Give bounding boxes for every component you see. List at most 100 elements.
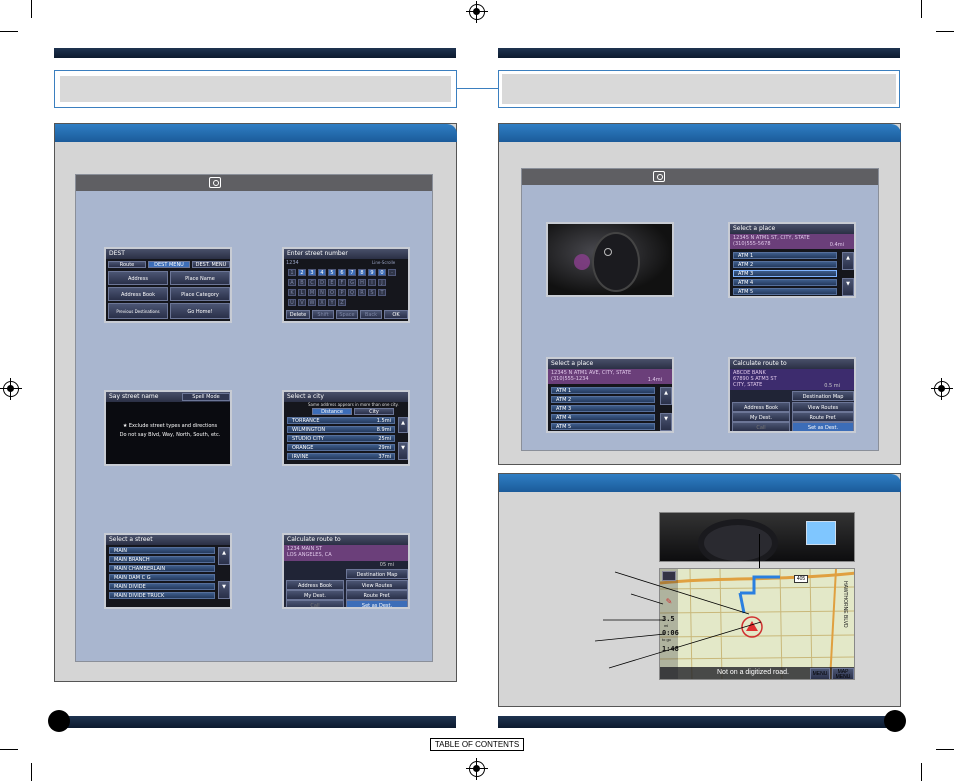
- view-routes-button[interactable]: View Routes: [346, 580, 408, 590]
- address-book-button[interactable]: Address Book: [286, 580, 344, 590]
- map-menu-button[interactable]: MAP MENU: [832, 668, 854, 679]
- list-item[interactable]: MAIN DIVIDE: [109, 583, 215, 590]
- view-routes-button[interactable]: View Routes: [792, 402, 854, 412]
- go-home-button[interactable]: Go Home!: [170, 303, 230, 319]
- key[interactable]: S: [368, 289, 376, 296]
- key[interactable]: O: [328, 289, 336, 296]
- address-book-button[interactable]: Address Book: [108, 287, 168, 301]
- key[interactable]: 6: [338, 269, 346, 276]
- scroll-up-icon[interactable]: ▲: [398, 417, 408, 433]
- set-as-dest-button[interactable]: Set as Dest.: [792, 422, 854, 431]
- list-item[interactable]: ATM 1: [733, 252, 837, 259]
- key[interactable]: A: [288, 279, 296, 286]
- ok-key[interactable]: OK: [384, 310, 408, 319]
- destination-map-button[interactable]: Destination Map: [792, 391, 854, 401]
- scroll-down-icon[interactable]: ▼: [398, 442, 408, 460]
- key[interactable]: M: [308, 289, 316, 296]
- tab-dest-menu-2[interactable]: DEST. MENU: [192, 261, 230, 268]
- previous-destinations-button[interactable]: Previous Destinations: [108, 303, 168, 319]
- list-item[interactable]: ATM 3: [733, 270, 837, 277]
- list-item[interactable]: MAIN: [109, 547, 215, 554]
- scroll-down-icon[interactable]: ▼: [218, 581, 230, 599]
- set-as-dest-button[interactable]: Set as Dest.: [346, 600, 408, 607]
- my-dest-button[interactable]: My Dest.: [286, 590, 344, 600]
- destination-map-button[interactable]: Destination Map: [346, 569, 408, 579]
- list-item[interactable]: ATM 1: [551, 387, 655, 394]
- key[interactable]: X: [318, 299, 326, 306]
- key[interactable]: U: [288, 299, 296, 306]
- key[interactable]: Z: [338, 299, 346, 306]
- key[interactable]: 8: [358, 269, 366, 276]
- key[interactable]: J: [378, 279, 386, 286]
- key[interactable]: C: [308, 279, 316, 286]
- key[interactable]: T: [378, 289, 386, 296]
- key[interactable]: K: [288, 289, 296, 296]
- key[interactable]: L: [298, 289, 306, 296]
- address-button[interactable]: Address: [108, 271, 168, 285]
- shift-key[interactable]: Shift: [312, 310, 334, 319]
- scroll-up-icon[interactable]: ▲: [842, 252, 854, 270]
- list-item[interactable]: IRVINE 37mi: [287, 453, 395, 460]
- route-pref-button[interactable]: Route Pref.: [792, 412, 854, 422]
- sort-distance-tab[interactable]: Distance: [312, 408, 352, 415]
- list-item[interactable]: ATM 3: [551, 405, 655, 412]
- list-item[interactable]: MAIN BRANCH: [109, 556, 215, 563]
- key[interactable]: 9: [368, 269, 376, 276]
- list-item[interactable]: ORANGE 29mi: [287, 444, 395, 451]
- key[interactable]: Q: [348, 289, 356, 296]
- place-category-button[interactable]: Place Category: [170, 287, 230, 301]
- key[interactable]: W: [308, 299, 316, 306]
- key[interactable]: Y: [328, 299, 336, 306]
- key[interactable]: 2: [298, 269, 306, 276]
- list-item[interactable]: STUDIO CITY 25mi: [287, 435, 395, 442]
- list-item[interactable]: ATM 2: [733, 261, 837, 268]
- call-button[interactable]: Call: [732, 422, 790, 431]
- key[interactable]: -: [388, 269, 396, 276]
- key[interactable]: P: [338, 289, 346, 296]
- tab-dest-menu[interactable]: DEST MENU: [148, 261, 190, 268]
- scroll-up-icon[interactable]: ▲: [660, 387, 672, 405]
- key[interactable]: I: [368, 279, 376, 286]
- number-input[interactable]: 1234: [286, 260, 366, 267]
- list-item[interactable]: MAIN CHAMBERLAIN: [109, 565, 215, 572]
- route-pref-button[interactable]: Route Pref.: [346, 590, 408, 600]
- key[interactable]: 7: [348, 269, 356, 276]
- scroll-down-icon[interactable]: ▼: [842, 278, 854, 296]
- list-item[interactable]: ATM 4: [551, 414, 655, 421]
- delete-key[interactable]: Delete: [286, 310, 310, 319]
- list-item[interactable]: ATM 5: [551, 423, 655, 430]
- place-name-button[interactable]: Place Name: [170, 271, 230, 285]
- key[interactable]: D: [318, 279, 326, 286]
- list-item[interactable]: WILMINGTON 8.9mi: [287, 426, 395, 433]
- scroll-down-icon[interactable]: ▼: [660, 413, 672, 431]
- key[interactable]: V: [298, 299, 306, 306]
- key[interactable]: 5: [328, 269, 336, 276]
- list-item[interactable]: MAIN DAM C G: [109, 574, 215, 581]
- key[interactable]: 1: [288, 269, 296, 276]
- map-screen[interactable]: ✎ 3.5 mi 0:06 to go 1:48 405 HAWTHORNE B…: [659, 568, 855, 680]
- list-item[interactable]: TORRANCE 1.5mi: [287, 417, 395, 424]
- key[interactable]: F: [338, 279, 346, 286]
- my-dest-button[interactable]: My Dest.: [732, 412, 790, 422]
- key[interactable]: 4: [318, 269, 326, 276]
- list-item[interactable]: MAIN DIVIDE TRUCK: [109, 592, 215, 599]
- menu-button[interactable]: MENU: [810, 668, 830, 679]
- key[interactable]: 3: [308, 269, 316, 276]
- address-book-button[interactable]: Address Book: [732, 402, 790, 412]
- list-item[interactable]: ATM 4: [733, 279, 837, 286]
- space-key[interactable]: Space: [336, 310, 358, 319]
- scroll-up-icon[interactable]: ▲: [218, 547, 230, 565]
- key[interactable]: 0: [378, 269, 386, 276]
- table-of-contents-link[interactable]: TABLE OF CONTENTS: [430, 738, 524, 751]
- key[interactable]: B: [298, 279, 306, 286]
- key[interactable]: N: [318, 289, 326, 296]
- key[interactable]: G: [348, 279, 356, 286]
- sort-city-tab[interactable]: City: [354, 408, 394, 415]
- list-item[interactable]: ATM 5: [733, 288, 837, 295]
- compass-icon[interactable]: [662, 571, 676, 581]
- key[interactable]: R: [358, 289, 366, 296]
- call-button[interactable]: Call: [286, 600, 344, 607]
- key[interactable]: H: [358, 279, 366, 286]
- back-key[interactable]: Back: [360, 310, 382, 319]
- tab-route[interactable]: Route: [108, 261, 146, 268]
